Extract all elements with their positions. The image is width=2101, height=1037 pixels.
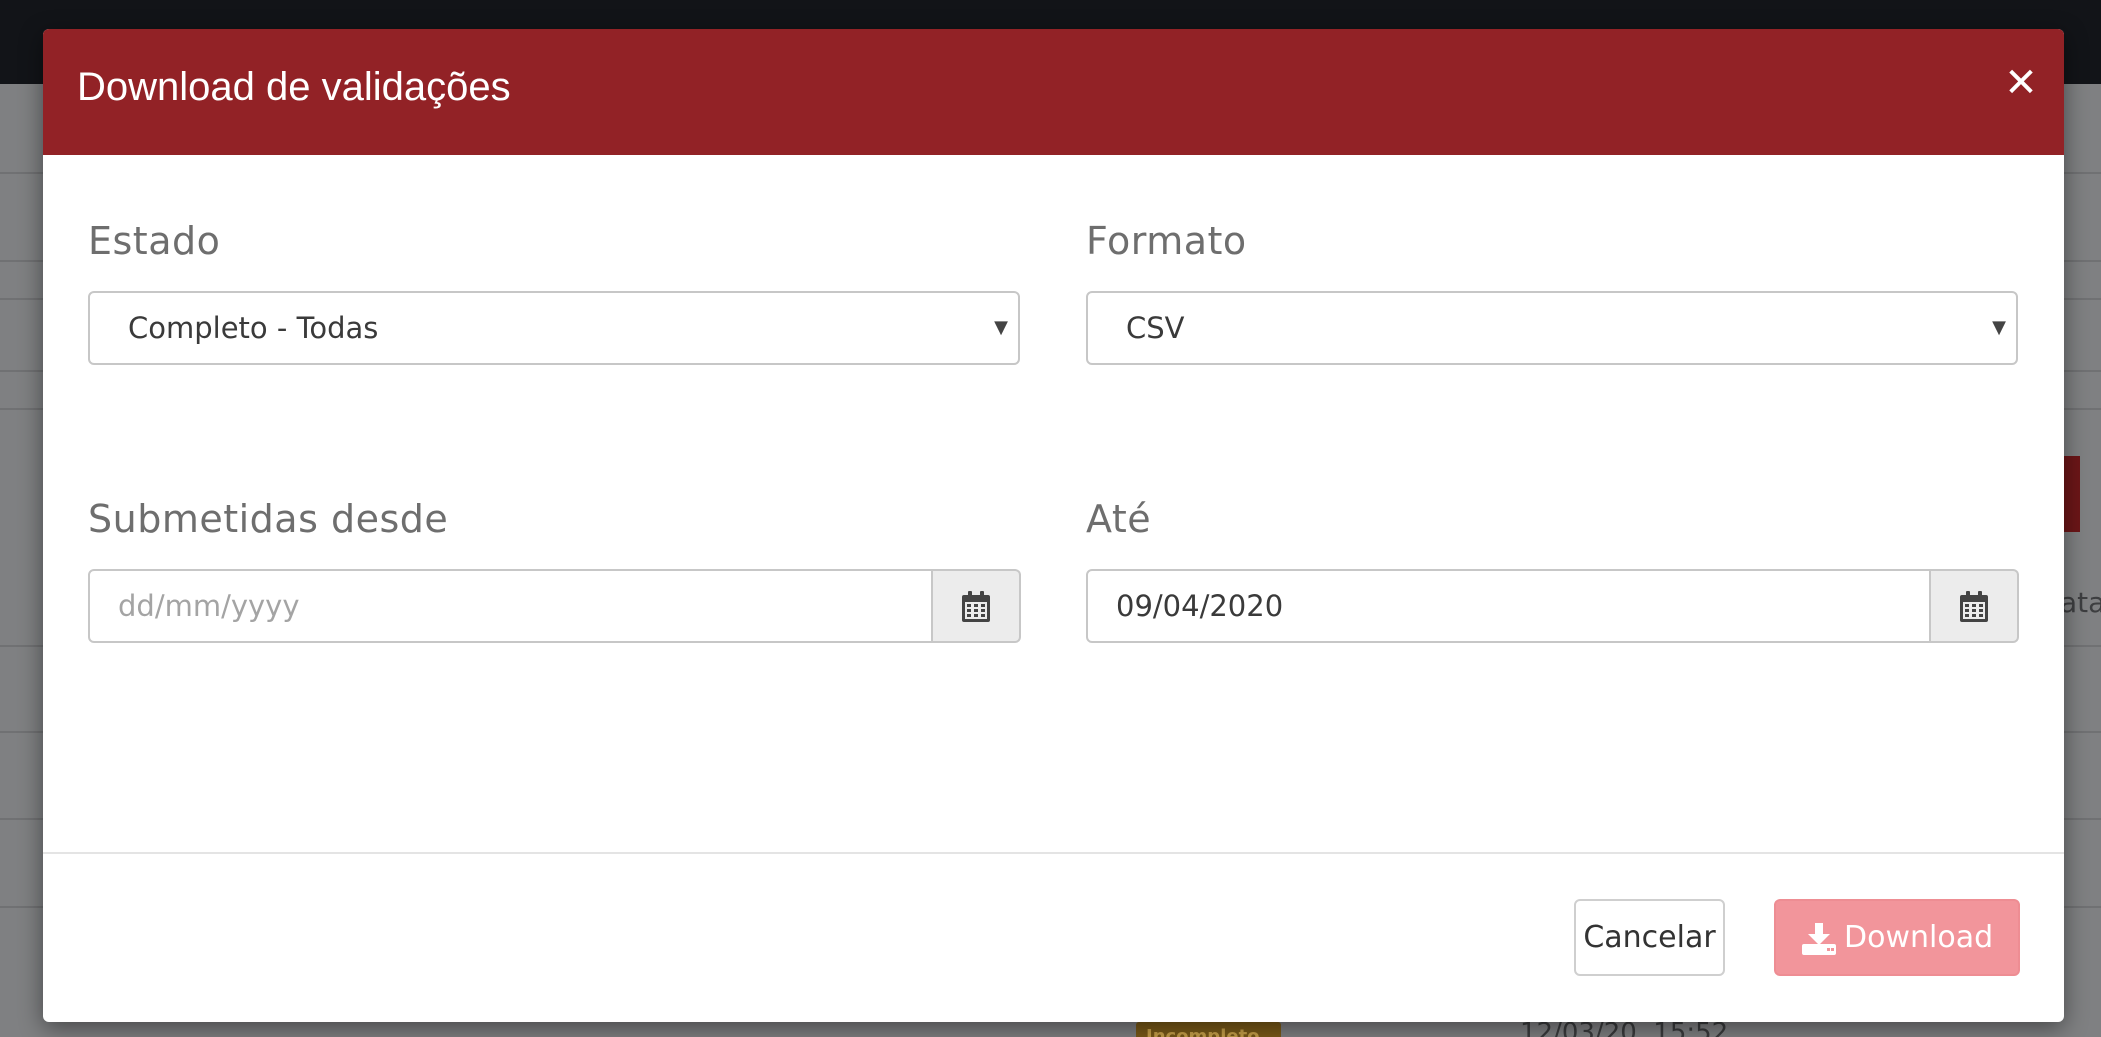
status-badge: Incompleto (1136, 1022, 1281, 1037)
formato-label: Formato (1086, 219, 1247, 263)
ate-input[interactable]: 09/04/2020 (1086, 569, 1931, 643)
estado-selected-value: Completo - Todas (128, 311, 379, 345)
submetidas-desde-label: Submetidas desde (88, 497, 449, 541)
modal-title: Download de validações (77, 65, 511, 109)
chevron-down-icon: ▼ (1992, 317, 2006, 338)
background-column-header: ata (2060, 586, 2101, 619)
download-button[interactable]: Download (1774, 899, 2020, 976)
formato-select[interactable]: CSV ▼ (1086, 291, 2018, 365)
formato-selected-value: CSV (1126, 311, 1185, 345)
modal-footer-divider (43, 852, 2064, 854)
cancel-button[interactable]: Cancelar (1574, 899, 1725, 976)
ate-calendar-button[interactable] (1931, 569, 2019, 643)
estado-select[interactable]: Completo - Todas ▼ (88, 291, 1020, 365)
chevron-down-icon: ▼ (994, 317, 1008, 338)
close-icon[interactable]: ✕ (1999, 61, 2043, 105)
submetidas-desde-calendar-button[interactable] (933, 569, 1021, 643)
submetidas-desde-input[interactable]: dd/mm/yyyy (88, 569, 933, 643)
download-modal: Download de validações ✕ Estado Completo… (43, 29, 2064, 1022)
modal-header: Download de validações ✕ (43, 29, 2064, 155)
download-button-label: Download (1844, 920, 1994, 955)
calendar-icon (1960, 591, 1988, 622)
download-icon (1802, 923, 1836, 955)
ate-label: Até (1086, 497, 1152, 541)
estado-label: Estado (88, 219, 221, 263)
calendar-icon (962, 591, 990, 622)
